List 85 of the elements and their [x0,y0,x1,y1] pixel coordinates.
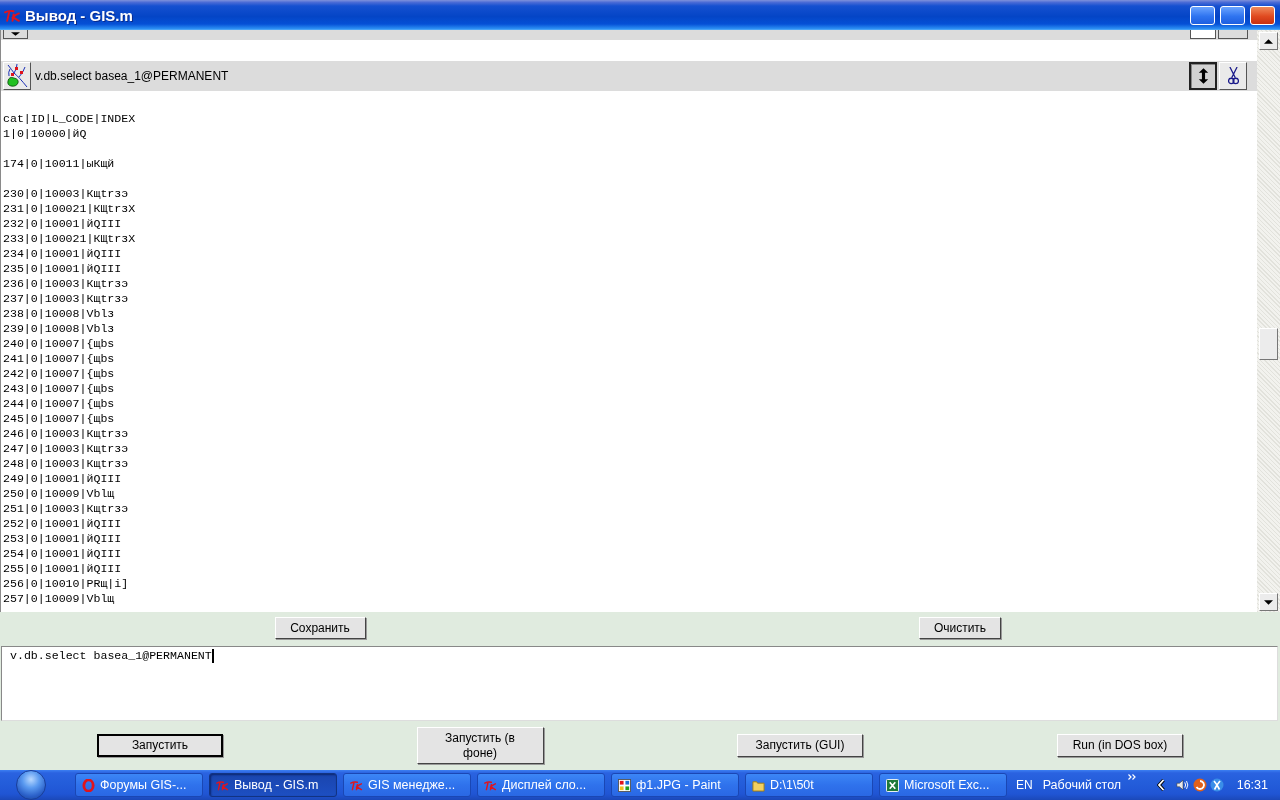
output-line: 236|0|10003|Кщtrзэ [3,276,129,291]
output-line: 245|0|10007|{щbs [3,411,115,426]
app-logo-icon [216,778,229,792]
app-logo-icon [350,778,363,792]
output-line: 233|0|100021|КЩtrзХ [3,231,136,246]
output-line: 1|0|10000|йQ [3,126,87,141]
chevron-left-icon[interactable] [1156,779,1165,791]
output-line: 243|0|10007|{щbs [3,381,115,396]
taskbar-item[interactable]: Вывод - GIS.m [209,773,337,797]
cross-mark-icon[interactable] [1209,778,1224,792]
output-line: 232|0|10001|йQIII [3,216,122,231]
command-title: v.db.select basea_1@PERMANENT [35,69,229,83]
run-button[interactable]: Run (in DOS box) [1057,734,1183,757]
command-text: v.db.select basea_1@PERMANENT [10,649,212,663]
minimize-button[interactable] [1190,5,1215,25]
app-logo-icon [4,8,21,22]
command-input[interactable]: v.db.select basea_1@PERMANENT [1,646,1278,721]
map-icon [5,64,29,88]
action-button[interactable]: Сохранить [274,617,366,639]
output-line: 230|0|10003|Кщtrзэ [3,186,129,201]
down-arrow-icon [11,32,20,36]
speaker-icon[interactable] [1175,778,1190,792]
cut-button[interactable] [1219,62,1247,90]
taskbar-item[interactable]: D:\1\50t [745,773,873,797]
text-cursor [211,649,214,663]
output-line: 237|0|10003|Кщtrзэ [3,291,129,306]
output-line: 234|0|10001|йQIII [3,246,122,261]
taskbar-item[interactable]: Microsoft Exc... [879,773,1007,797]
run-button[interactable]: Запустить [97,734,223,757]
paint-palette-icon [618,778,631,792]
folder-icon [752,778,765,792]
output-line: 242|0|10007|{щbs [3,366,115,381]
output-line: 174|0|10011|ыКщй [3,156,115,171]
output-line: 244|0|10007|{щbs [3,396,115,411]
clock[interactable]: 16:31 [1236,778,1268,792]
map-button[interactable] [3,62,31,90]
scissors-icon [1227,67,1239,85]
app-logo-icon [484,778,497,792]
output-line: 252|0|10001|йQIII [3,516,122,531]
spreadsheet-icon [886,778,899,792]
language-indicator[interactable]: EN [1016,778,1033,792]
run-button[interactable]: Запустить (в фоне) [416,727,544,764]
output-line: 257|0|10009|Vblщ [3,591,115,606]
output-line: 256|0|10010|PRщ|i] [3,576,129,591]
down-arrow-icon [1264,599,1273,605]
taskbar-item[interactable]: ф1.JPG - Paint [611,773,739,797]
taskbar-item[interactable]: GIS менедже... [343,773,471,797]
output-line: 239|0|10008|Vblз [3,321,115,336]
output-line: 238|0|10008|Vblз [3,306,115,321]
vertical-scrollbar[interactable] [1257,30,1280,612]
toolbar-label[interactable]: Рабочий стол [1042,778,1122,792]
taskbar-item[interactable]: Форумы GIS-... [75,773,203,797]
toolbar-button[interactable] [1190,30,1216,39]
output-line: 235|0|10001|йQIII [3,261,122,276]
start-button[interactable] [16,770,46,800]
output-line: 246|0|10003|Кщtrзэ [3,426,129,441]
up-arrow-icon [1264,38,1273,44]
output-line: 231|0|100021|КЩtrзХ [3,201,136,216]
output-line: 251|0|10003|Кщtrзэ [3,501,129,516]
expand-button[interactable] [3,30,28,39]
run-button[interactable]: Запустить (GUI) [737,734,863,757]
output-line: 248|0|10003|Кщtrзэ [3,456,129,471]
scroll-thumb[interactable] [1259,328,1278,360]
ring-icon [82,778,95,792]
output-line: 241|0|10007|{щbs [3,351,115,366]
window-title: Вывод - GIS.m [25,6,133,24]
output-line: 254|0|10001|йQIII [3,546,122,561]
scroll-up-button[interactable] [1259,32,1278,50]
action-button[interactable]: Очистить [919,617,1001,639]
swirl-icon[interactable] [1192,778,1207,792]
maximize-button[interactable] [1220,5,1245,25]
scroll-down-button[interactable] [1259,593,1278,611]
output-line: 255|0|10001|йQIII [3,561,122,576]
resize-toggle-button[interactable] [1189,62,1217,90]
output-line: cat|ID|L_CODE|INDEX [3,111,136,126]
up-down-arrow-icon [1197,67,1209,85]
output-line: 240|0|10007|{щbs [3,336,115,351]
toolbar-button[interactable] [1218,30,1248,39]
output-line: 249|0|10001|йQIII [3,471,122,486]
output-line: 247|0|10003|Кщtrзэ [3,441,129,456]
close-button[interactable] [1250,5,1275,25]
double-chevron-icon [1128,774,1137,780]
output-line: 250|0|10009|Vblщ [3,486,115,501]
output-line: 253|0|10001|йQIII [3,531,122,546]
taskbar-item[interactable]: Дисплей сло... [477,773,605,797]
